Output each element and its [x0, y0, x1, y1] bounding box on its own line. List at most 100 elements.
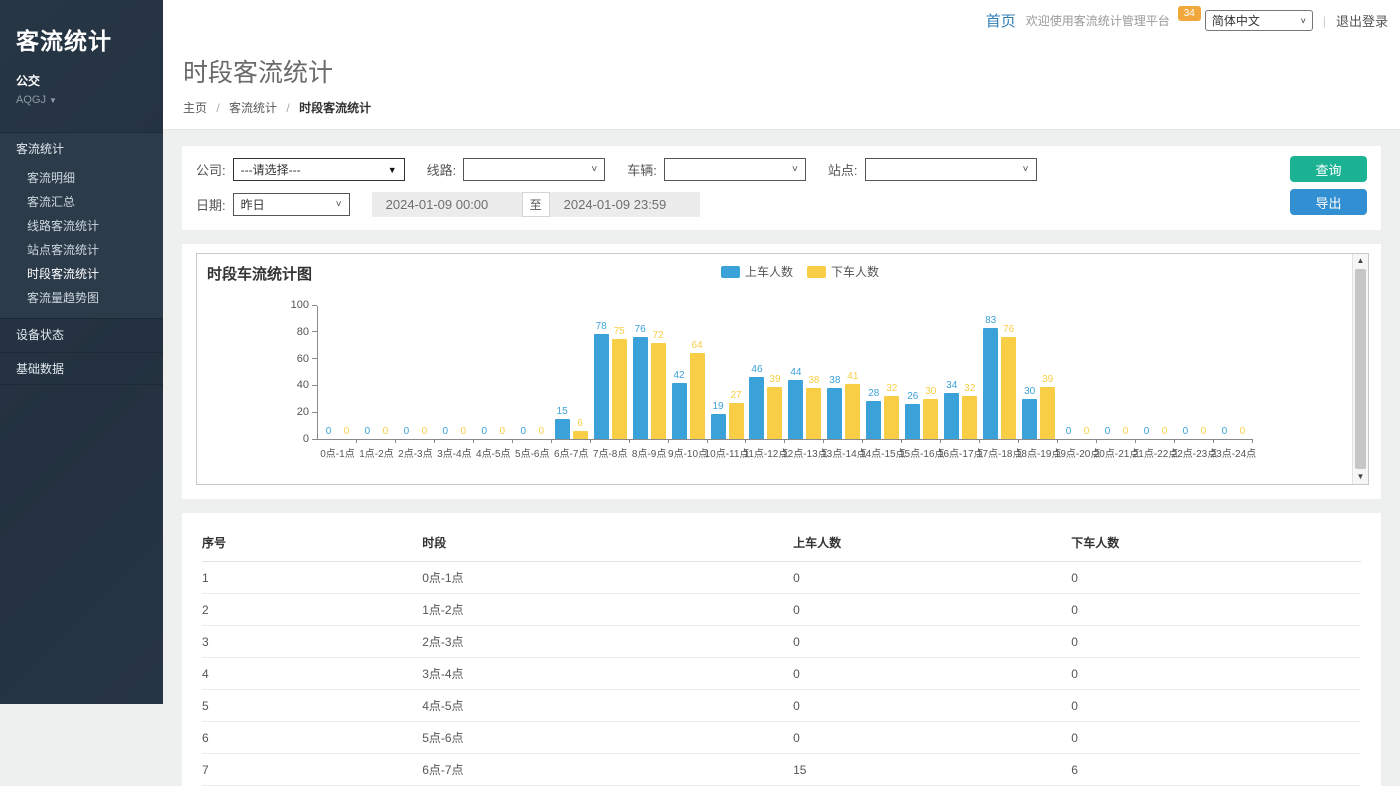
- legend-item[interactable]: 上车人数: [721, 263, 793, 280]
- legend-swatch-icon: [721, 266, 740, 278]
- sidebar-item-period-stats[interactable]: 时段客流统计: [0, 262, 163, 286]
- chart-category: 0023点-24点: [1214, 306, 1253, 439]
- page-title: 时段客流统计: [183, 53, 1400, 89]
- table-cell: 5: [202, 690, 422, 722]
- logout-link[interactable]: 退出登录: [1336, 11, 1388, 30]
- table-row: 32点-3点00: [202, 626, 1361, 658]
- scroll-down-icon[interactable]: ▼: [1353, 470, 1368, 484]
- bar-value-label: 38: [808, 375, 819, 386]
- chart-category: 384113点-14点: [824, 306, 863, 439]
- chart-category: 463911点-12点: [746, 306, 785, 439]
- vehicle-select[interactable]: ˅: [664, 158, 806, 181]
- sidebar-item-station-stats[interactable]: 站点客流统计: [0, 238, 163, 262]
- bar-value-label: 30: [925, 386, 936, 397]
- table-row: 76点-7点156: [202, 754, 1361, 786]
- sidebar-item-trend-chart[interactable]: 客流量趋势图: [0, 286, 163, 310]
- table-cell: 2: [202, 594, 422, 626]
- chart-bar: 32: [884, 396, 899, 439]
- chart-title: 时段车流统计图: [207, 263, 312, 284]
- table-cell: 15: [793, 754, 1071, 786]
- x-axis-label: 8点-9点: [632, 445, 666, 460]
- chart-category: 004点-5点: [474, 306, 513, 439]
- scrollbar-thumb[interactable]: [1355, 269, 1366, 469]
- table-header-cell: 时段: [422, 525, 793, 562]
- chart-bar: 26: [905, 404, 920, 439]
- vehicle-label: 车辆:: [627, 160, 657, 179]
- sidebar-item-line-stats[interactable]: 线路客流统计: [0, 214, 163, 238]
- breadcrumb-home[interactable]: 主页: [183, 101, 207, 115]
- y-axis-tick: 100: [291, 299, 317, 311]
- date-preset-select[interactable]: 昨日 ˅: [233, 193, 350, 216]
- sidebar-item-base-data[interactable]: 基础数据: [0, 352, 163, 385]
- bar-value-label: 0: [1066, 426, 1072, 437]
- line-select[interactable]: ˅: [463, 158, 605, 181]
- query-button[interactable]: 查询: [1290, 156, 1367, 182]
- legend-label: 上车人数: [745, 263, 793, 280]
- company-label: 公司:: [196, 160, 226, 179]
- language-select[interactable]: 简体中文 ˅: [1205, 10, 1313, 31]
- bar-value-label: 28: [868, 388, 879, 399]
- main-area: 首页 欢迎使用客流统计管理平台 34 简体中文 ˅ | 退出登录 时段客流统计 …: [163, 0, 1400, 704]
- org-selector[interactable]: AQGJ▼: [0, 89, 163, 106]
- home-link[interactable]: 首页: [986, 10, 1016, 31]
- date-from-input[interactable]: 2024-01-09 00:00: [372, 192, 522, 217]
- export-button[interactable]: 导出: [1290, 189, 1367, 215]
- bar-value-label: 76: [635, 324, 646, 335]
- bar-value-label: 30: [1024, 386, 1035, 397]
- bar-value-label: 0: [1183, 426, 1189, 437]
- chart-category: 78757点-8点: [591, 306, 630, 439]
- chart-bar: 38: [806, 388, 821, 439]
- sidebar-item-device-status[interactable]: 设备状态: [0, 318, 163, 351]
- chart-category: 0020点-21点: [1097, 306, 1136, 439]
- sidebar-item-passenger-detail[interactable]: 客流明细: [0, 166, 163, 190]
- date-range-separator: 至: [522, 192, 550, 217]
- chart-bar: 39: [767, 387, 782, 439]
- company-select[interactable]: ---请选择--- ▼: [233, 158, 405, 181]
- chart-category: 003点-4点: [435, 306, 474, 439]
- chart-bar: 32: [962, 396, 977, 439]
- chevron-down-icon: ˅: [591, 164, 597, 175]
- chart-category: 283214点-15点: [863, 306, 902, 439]
- chart-category: 303918点-19点: [1019, 306, 1058, 439]
- bar-value-label: 39: [769, 374, 780, 385]
- bar-value-label: 39: [1042, 374, 1053, 385]
- chart-bar: 46: [749, 377, 764, 439]
- date-to-input[interactable]: 2024-01-09 23:59: [550, 192, 700, 217]
- chart-category: 192710点-11点: [708, 306, 747, 439]
- chart-bar: 28: [866, 401, 881, 439]
- bar-value-label: 32: [886, 383, 897, 394]
- bar-value-label: 83: [985, 315, 996, 326]
- scroll-up-icon[interactable]: ▲: [1353, 254, 1368, 268]
- chart-bar: 27: [729, 403, 744, 439]
- company-select-value: ---请选择---: [241, 161, 301, 178]
- table-cell: 0: [1071, 690, 1361, 722]
- chart-bar: 76: [633, 337, 648, 439]
- x-axis-label: 0点-1点: [320, 445, 354, 460]
- chart-category: 263015点-16点: [902, 306, 941, 439]
- bar-value-label: 78: [596, 321, 607, 332]
- notification-badge[interactable]: 34: [1178, 6, 1201, 21]
- chart-category: 343216点-17点: [941, 306, 980, 439]
- chart-bar: 72: [651, 343, 666, 439]
- sidebar-item-passenger-summary[interactable]: 客流汇总: [0, 190, 163, 214]
- bar-value-label: 76: [1003, 324, 1014, 335]
- chart-category: 0019点-20点: [1058, 306, 1097, 439]
- breadcrumb-section[interactable]: 客流统计: [229, 101, 277, 115]
- legend-item[interactable]: 下车人数: [807, 263, 879, 280]
- table-cell: 0: [793, 626, 1071, 658]
- chart-bar: 38: [827, 388, 842, 439]
- chart-category: 0021点-22点: [1136, 306, 1175, 439]
- chart-category: 000点-1点: [318, 306, 357, 439]
- station-select[interactable]: ˅: [865, 158, 1037, 181]
- sidebar-menu: 客流统计 客流明细 客流汇总 线路客流统计 站点客流统计 时段客流统计 客流量趋…: [0, 132, 163, 385]
- bar-value-label: 0: [1201, 426, 1207, 437]
- filter-row-1: 公司: ---请选择--- ▼ 线路: ˅ 车辆: ˅ 站点:: [196, 158, 1367, 181]
- table-cell: 4: [202, 658, 422, 690]
- chart-scrollbar[interactable]: ▲ ▼: [1352, 254, 1368, 484]
- bar-value-label: 42: [673, 370, 684, 381]
- bar-value-label: 0: [365, 426, 371, 437]
- sidebar-item-passenger-stats[interactable]: 客流统计: [0, 133, 163, 166]
- chart-category: 001点-2点: [357, 306, 396, 439]
- table-row: 54点-5点00: [202, 690, 1361, 722]
- triangle-down-icon: ▼: [388, 165, 397, 175]
